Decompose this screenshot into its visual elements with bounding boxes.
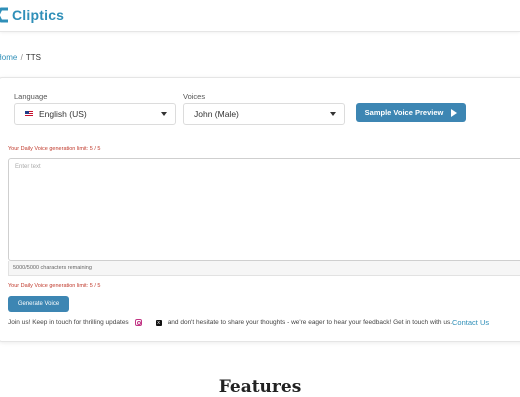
daily-limit-text: Your Daily Voice generation limit: 5 / 5 — [8, 146, 101, 152]
instagram-icon[interactable] — [134, 319, 142, 326]
character-counter-text: 5000/5000 characters remaining — [13, 265, 92, 271]
social-footer: Join us! Keep in touch for thrilling upd… — [8, 318, 489, 327]
breadcrumb-current: TTS — [25, 53, 41, 62]
chevron-down-icon — [161, 112, 167, 116]
voices-label: Voices — [183, 92, 206, 101]
us-flag-icon — [25, 111, 33, 117]
play-icon — [451, 108, 458, 117]
language-select[interactable]: English (US) — [14, 103, 176, 125]
language-label: Language — [14, 92, 48, 101]
x-icon[interactable]: X — [155, 319, 162, 326]
breadcrumb-separator: / — [20, 53, 23, 62]
top-navbar: Cliptics — [0, 0, 520, 32]
brand-name: Cliptics — [12, 7, 65, 23]
chevron-down-icon — [330, 112, 336, 116]
feedback-text: and don't hesitate to share your thought… — [167, 319, 453, 326]
breadcrumb-home-link[interactable]: Home — [0, 53, 17, 62]
contact-us-link[interactable]: Contact Us — [452, 318, 489, 327]
language-select-value: English (US) — [39, 109, 87, 119]
daily-limit-text-bottom: Your Daily Voice generation limit: 5 / 5 — [8, 283, 101, 289]
join-text: Join us! Keep in touch for thrilling upd… — [8, 319, 129, 326]
tts-text-input[interactable]: Enter text — [8, 158, 520, 261]
character-counter: 5000/5000 characters remaining — [8, 261, 520, 276]
voice-select-value: John (Male) — [194, 109, 239, 119]
brand-logo[interactable]: Cliptics — [0, 6, 64, 24]
cliptics-logo-icon — [0, 7, 8, 23]
tts-text-placeholder: Enter text — [15, 164, 41, 170]
generate-voice-button[interactable]: Generate Voice — [8, 296, 69, 312]
breadcrumb: Home / TTS — [0, 53, 41, 62]
sample-voice-preview-button[interactable]: Sample Voice Preview — [356, 103, 466, 122]
voice-select[interactable]: John (Male) — [183, 103, 345, 125]
features-heading: Features — [218, 377, 302, 397]
sample-voice-preview-label: Sample Voice Preview — [364, 108, 444, 117]
